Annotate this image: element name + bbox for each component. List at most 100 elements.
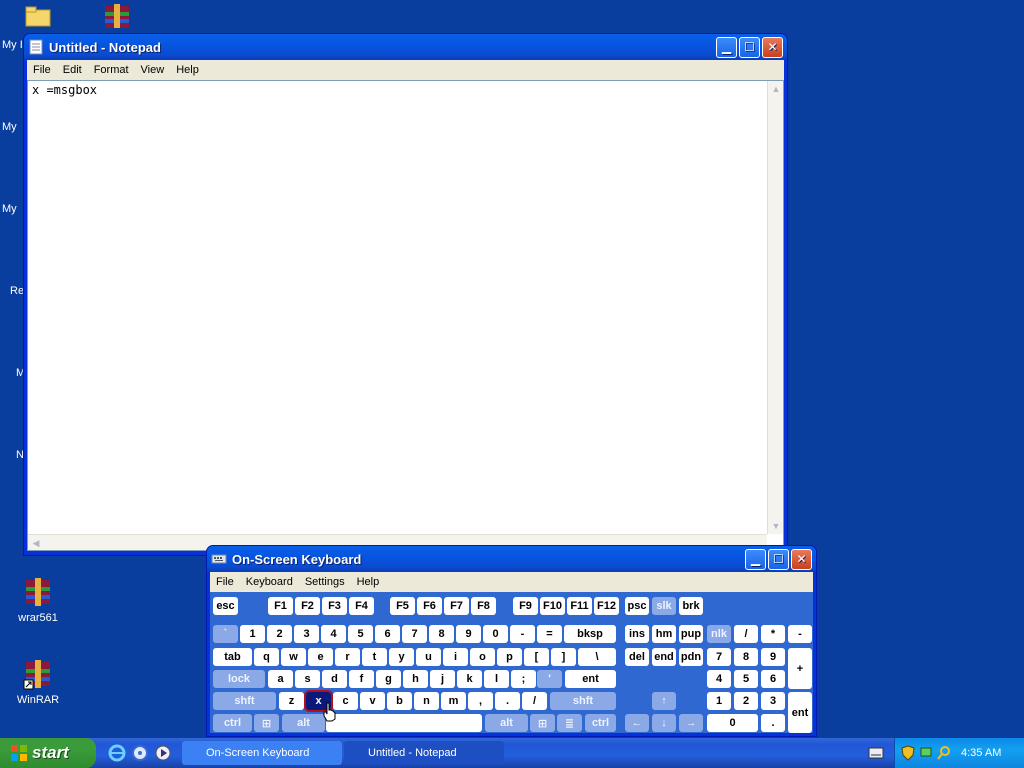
- key-5[interactable]: 5: [734, 670, 758, 688]
- key-u59[interactable]: ;: [511, 670, 536, 688]
- key-1[interactable]: 1: [707, 692, 731, 710]
- key-u91[interactable]: [: [524, 648, 549, 666]
- minimize-button[interactable]: ▁: [716, 36, 737, 58]
- key-u47[interactable]: /: [734, 625, 758, 643]
- internet-explorer-icon[interactable]: [108, 744, 126, 762]
- menu-help[interactable]: Help: [170, 64, 205, 76]
- keyboard-tray-icon[interactable]: [868, 746, 884, 760]
- key-u42[interactable]: *: [761, 625, 785, 643]
- key-u45[interactable]: -: [788, 625, 812, 643]
- key-F1[interactable]: F1: [268, 597, 293, 615]
- key-u46[interactable]: .: [495, 692, 520, 710]
- key-u32[interactable]: [326, 714, 482, 732]
- key-2[interactable]: 2: [267, 625, 292, 643]
- key-i[interactable]: i: [443, 648, 468, 666]
- key-l[interactable]: l: [484, 670, 509, 688]
- key-m[interactable]: m: [441, 692, 466, 710]
- key-F2[interactable]: F2: [295, 597, 320, 615]
- outlook-express-icon[interactable]: [131, 744, 149, 762]
- key-2[interactable]: 2: [734, 692, 758, 710]
- desktop-icon-winrar[interactable]: WinRAR: [3, 658, 73, 706]
- key-d[interactable]: d: [322, 670, 347, 688]
- key-c[interactable]: c: [333, 692, 358, 710]
- key-b[interactable]: b: [387, 692, 412, 710]
- notepad-titlebar[interactable]: Untitled - Notepad ▁ ☐ ✕: [24, 34, 787, 60]
- key-F6[interactable]: F6: [417, 597, 442, 615]
- key-0[interactable]: 0: [707, 714, 758, 732]
- key-8[interactable]: 8: [734, 648, 758, 666]
- key-shft[interactable]: shft: [550, 692, 616, 710]
- maximize-button[interactable]: ☐: [739, 36, 760, 58]
- key-s[interactable]: s: [295, 670, 320, 688]
- key-alt[interactable]: alt: [282, 714, 325, 732]
- key-a[interactable]: a: [268, 670, 293, 688]
- key-1[interactable]: 1: [240, 625, 265, 643]
- key-0[interactable]: 0: [483, 625, 508, 643]
- key-y[interactable]: y: [389, 648, 414, 666]
- key-end[interactable]: end: [652, 648, 676, 666]
- close-button[interactable]: ✕: [791, 548, 812, 570]
- key-q[interactable]: q: [254, 648, 279, 666]
- key-u8862[interactable]: ⊞: [254, 714, 279, 732]
- key-u39[interactable]: ': [537, 670, 562, 688]
- menu-settings[interactable]: Settings: [299, 576, 351, 588]
- start-button[interactable]: start: [0, 738, 96, 768]
- network-icon[interactable]: [919, 745, 933, 761]
- scroll-up-icon[interactable]: ▲: [768, 81, 784, 97]
- desktop-icon-winrar-top[interactable]: [102, 2, 132, 30]
- key-u8593[interactable]: ↑: [652, 692, 676, 710]
- key-t[interactable]: t: [362, 648, 387, 666]
- menu-file[interactable]: File: [27, 64, 57, 76]
- key-g[interactable]: g: [376, 670, 401, 688]
- key-5[interactable]: 5: [348, 625, 373, 643]
- scroll-down-icon[interactable]: ▼: [768, 518, 784, 534]
- key-r[interactable]: r: [335, 648, 360, 666]
- key-u8594[interactable]: →: [679, 714, 703, 732]
- key-u47[interactable]: /: [522, 692, 547, 710]
- key-u[interactable]: u: [416, 648, 441, 666]
- key-u44[interactable]: ,: [468, 692, 493, 710]
- key-pdn[interactable]: pdn: [679, 648, 703, 666]
- key-7[interactable]: 7: [402, 625, 427, 643]
- key-6[interactable]: 6: [375, 625, 400, 643]
- key-u92[interactable]: \: [578, 648, 616, 666]
- key-pup[interactable]: pup: [679, 625, 703, 643]
- key-brk[interactable]: brk: [679, 597, 703, 615]
- desktop-icon-wrar561[interactable]: wrar561: [3, 576, 73, 624]
- key-p[interactable]: p: [497, 648, 522, 666]
- key-6[interactable]: 6: [761, 670, 785, 688]
- menu-view[interactable]: View: [135, 64, 171, 76]
- key-alt[interactable]: alt: [485, 714, 528, 732]
- osk-titlebar[interactable]: On-Screen Keyboard ▁ ☐ ✕: [207, 546, 816, 572]
- key-F11[interactable]: F11: [567, 597, 592, 615]
- key-w[interactable]: w: [281, 648, 306, 666]
- menu-help[interactable]: Help: [351, 576, 386, 588]
- key-3[interactable]: 3: [761, 692, 785, 710]
- security-shield-icon[interactable]: [901, 745, 915, 761]
- key-F8[interactable]: F8: [471, 597, 496, 615]
- close-button[interactable]: ✕: [762, 36, 783, 58]
- key-h[interactable]: h: [403, 670, 428, 688]
- key-ins[interactable]: ins: [625, 625, 649, 643]
- key-4[interactable]: 4: [321, 625, 346, 643]
- vertical-scrollbar[interactable]: ▲ ▼: [767, 81, 783, 534]
- key-del[interactable]: del: [625, 648, 649, 666]
- media-player-icon[interactable]: [154, 744, 172, 762]
- key-F9[interactable]: F9: [513, 597, 538, 615]
- desktop-icon-mydocs[interactable]: [24, 2, 52, 30]
- key-u43[interactable]: +: [788, 648, 812, 689]
- key-f[interactable]: f: [349, 670, 374, 688]
- notepad-text-area[interactable]: x =msgbox ▲ ▼ ◀: [27, 80, 784, 551]
- minimize-button[interactable]: ▁: [745, 548, 766, 570]
- key-7[interactable]: 7: [707, 648, 731, 666]
- key-k[interactable]: k: [457, 670, 482, 688]
- menu-edit[interactable]: Edit: [57, 64, 88, 76]
- key-u96[interactable]: `: [213, 625, 238, 643]
- key-u93[interactable]: ]: [551, 648, 576, 666]
- menu-format[interactable]: Format: [88, 64, 135, 76]
- key-j[interactable]: j: [430, 670, 455, 688]
- key-v[interactable]: v: [360, 692, 385, 710]
- maximize-button[interactable]: ☐: [768, 548, 789, 570]
- task-osk[interactable]: On-Screen Keyboard: [182, 741, 342, 765]
- key-nlk[interactable]: nlk: [707, 625, 731, 643]
